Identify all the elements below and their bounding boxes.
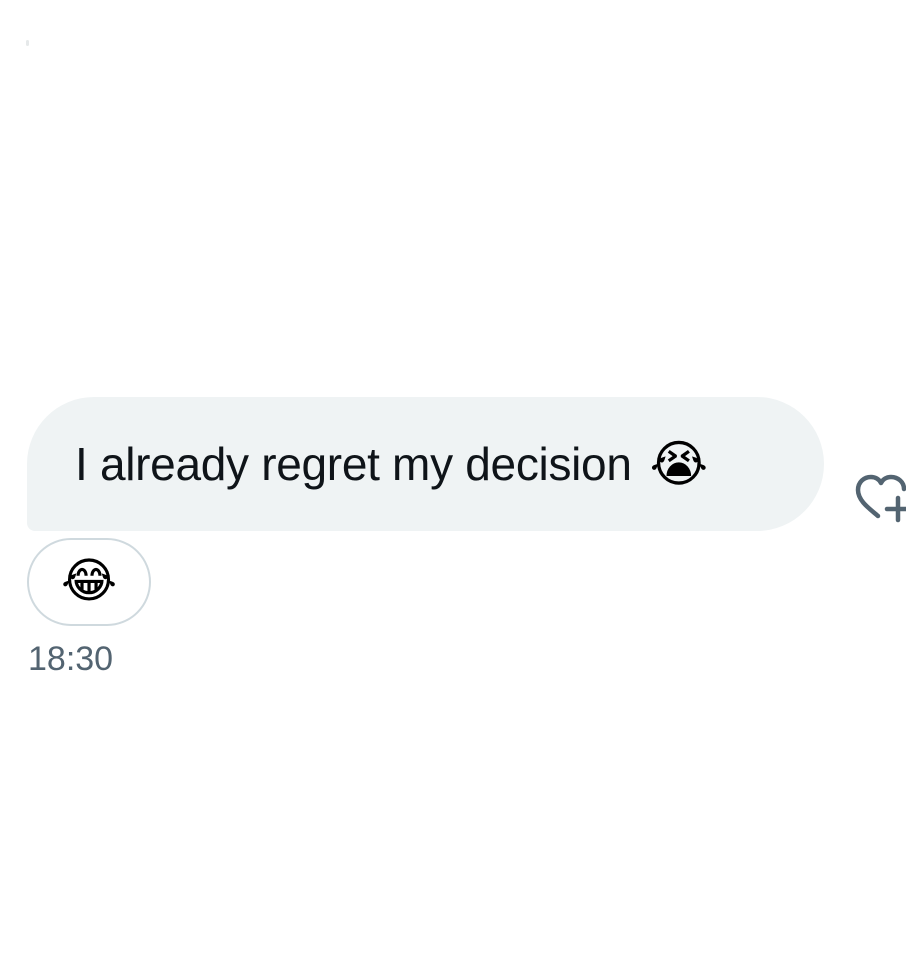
reaction-pill[interactable]: 😂 (27, 538, 151, 626)
loudly-crying-emoji: 😭 (649, 436, 709, 492)
message-timestamp: 18:30 (28, 640, 114, 678)
add-reaction-button[interactable] (852, 468, 906, 528)
heart-plus-icon (855, 474, 906, 523)
corner-mark (26, 40, 29, 46)
tears-of-joy-emoji: 😂 (60, 555, 118, 608)
message-text: I already regret my decision (75, 438, 632, 490)
message-bubble[interactable]: I already regret my decision 😭 (27, 397, 824, 531)
